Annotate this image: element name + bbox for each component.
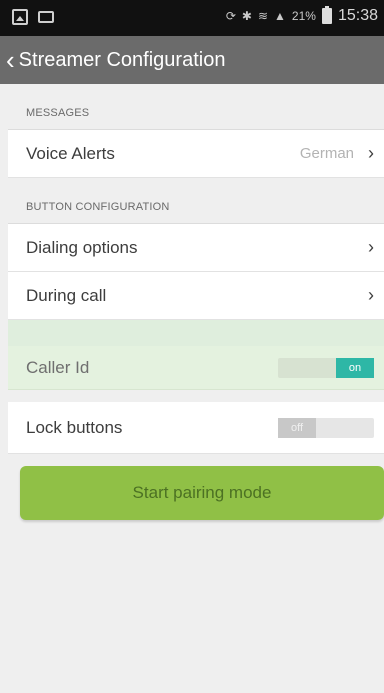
screen: ⟳ ✱ ≋ ▲ 21% 15:38 ‹ Streamer Configurati… bbox=[0, 0, 384, 693]
status-bar: ⟳ ✱ ≋ ▲ 21% 15:38 bbox=[0, 0, 384, 36]
status-right: ⟳ ✱ ≋ ▲ 21% 15:38 bbox=[225, 6, 378, 25]
voice-alerts-value: German bbox=[299, 145, 354, 162]
highlight-spacer bbox=[8, 320, 384, 346]
settings-list: MESSAGES Voice Alerts German › BUTTON CO… bbox=[8, 84, 384, 687]
lock-buttons-label: Lock buttons bbox=[26, 417, 123, 437]
back-icon[interactable]: ‹ bbox=[0, 47, 19, 73]
start-pairing-button[interactable]: Start pairing mode bbox=[20, 466, 384, 520]
battery-percent: 21% bbox=[291, 9, 316, 23]
voice-alerts-row[interactable]: Voice Alerts German › bbox=[8, 130, 384, 178]
toggle-off-state: off bbox=[278, 417, 316, 438]
bluetooth-icon: ✱ bbox=[241, 9, 252, 23]
chevron-right-icon: › bbox=[368, 237, 374, 257]
row-gap bbox=[8, 454, 384, 466]
image-notification-icon bbox=[12, 9, 28, 25]
during-call-row[interactable]: During call › bbox=[8, 272, 384, 320]
lock-buttons-row[interactable]: Lock buttons off bbox=[8, 402, 384, 454]
clock: 15:38 bbox=[337, 7, 378, 24]
caller-id-toggle[interactable]: on bbox=[278, 357, 374, 378]
dialing-options-row[interactable]: Dialing options › bbox=[8, 224, 384, 272]
during-call-label: During call bbox=[26, 285, 107, 305]
caller-id-row[interactable]: Caller Id on bbox=[8, 346, 384, 390]
lock-buttons-toggle[interactable]: off bbox=[278, 417, 374, 438]
caller-id-label: Caller Id bbox=[26, 357, 90, 377]
section-header-messages: MESSAGES bbox=[8, 84, 384, 130]
status-left bbox=[12, 9, 54, 25]
toggle-on-state: on bbox=[336, 357, 374, 378]
chevron-right-icon: › bbox=[368, 285, 374, 305]
page-title: Streamer Configuration bbox=[18, 48, 226, 71]
sync-icon: ⟳ bbox=[225, 9, 236, 23]
chevron-right-icon: › bbox=[368, 143, 374, 163]
dialing-options-label: Dialing options bbox=[26, 237, 138, 257]
battery-icon bbox=[321, 6, 332, 24]
wifi-icon: ≋ bbox=[257, 9, 269, 23]
section-header-button-configuration: BUTTON CONFIGURATION bbox=[8, 178, 384, 224]
voice-alerts-label: Voice Alerts bbox=[26, 143, 115, 163]
signal-icon: ▲ bbox=[274, 9, 286, 23]
action-bar: ‹ Streamer Configuration bbox=[0, 36, 384, 84]
screen-notification-icon bbox=[38, 11, 54, 23]
row-gap bbox=[8, 390, 384, 402]
